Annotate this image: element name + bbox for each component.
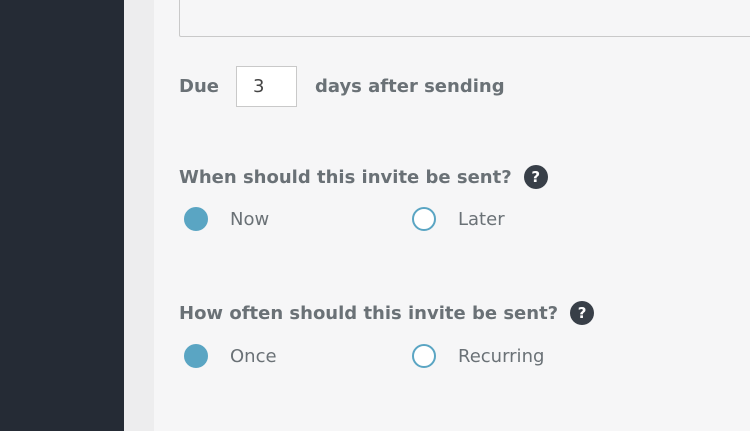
radio-recurring-dot[interactable]: [412, 344, 436, 368]
radio-now-label: Now: [230, 208, 270, 230]
often-question-label: How often should this invite be sent?: [179, 302, 559, 324]
radio-recurring[interactable]: Recurring: [412, 344, 640, 368]
due-row: Due days after sending: [179, 66, 505, 107]
radio-once[interactable]: Once: [184, 344, 412, 368]
due-days-input[interactable]: [235, 66, 297, 107]
when-radio-group: Now Later: [184, 207, 640, 231]
radio-once-dot[interactable]: [184, 344, 208, 368]
invite-form: Due days after sending When should this …: [154, 0, 750, 431]
due-label: Due: [179, 76, 219, 97]
often-question: How often should this invite be sent? ?: [179, 301, 595, 325]
sidebar: [0, 0, 124, 431]
when-question-label: When should this invite be sent?: [179, 166, 512, 188]
radio-now-dot[interactable]: [184, 207, 208, 231]
often-radio-group: Once Recurring: [184, 344, 640, 368]
radio-later[interactable]: Later: [412, 207, 640, 231]
when-question: When should this invite be sent? ?: [179, 165, 548, 189]
radio-once-label: Once: [230, 345, 277, 367]
sidebar-gutter: [124, 0, 154, 431]
message-textarea[interactable]: [179, 0, 750, 37]
radio-later-label: Later: [458, 208, 505, 230]
radio-now[interactable]: Now: [184, 207, 412, 231]
radio-later-dot[interactable]: [412, 207, 436, 231]
due-suffix: days after sending: [314, 76, 505, 97]
help-icon[interactable]: ?: [570, 301, 595, 325]
help-icon[interactable]: ?: [523, 165, 548, 189]
radio-recurring-label: Recurring: [458, 345, 545, 367]
